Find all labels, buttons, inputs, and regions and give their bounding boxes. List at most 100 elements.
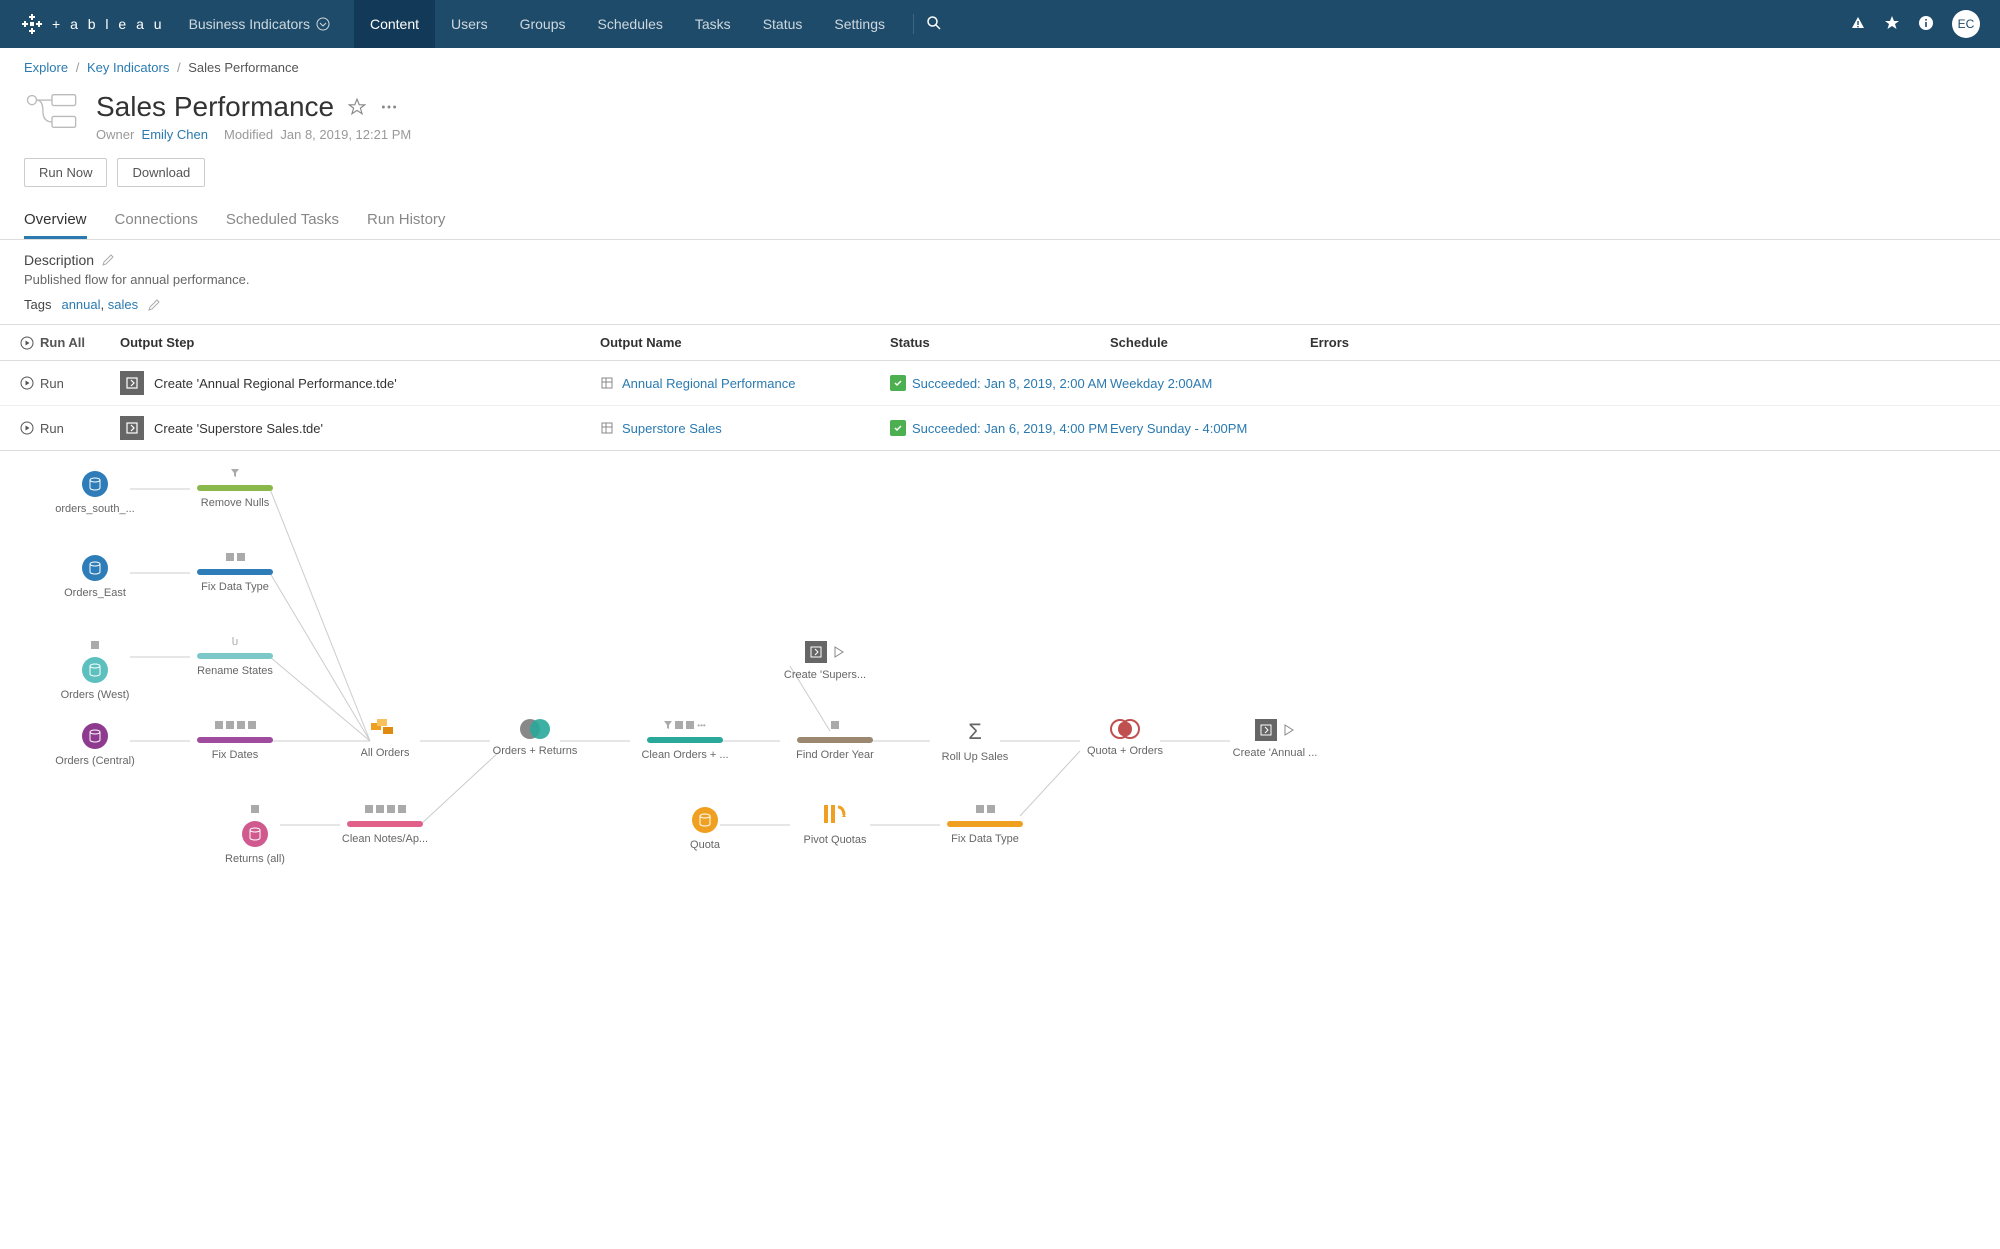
alerts-button[interactable]: [1850, 15, 1866, 34]
database-icon: [82, 723, 108, 749]
union-icon: [371, 719, 399, 741]
table-header: Run All Output Step Output Name Status S…: [0, 325, 2000, 361]
schedule-link[interactable]: Every Sunday - 4:00PM: [1110, 421, 1310, 436]
download-button[interactable]: Download: [117, 158, 205, 187]
tab-scheduled-tasks[interactable]: Scheduled Tasks: [226, 203, 339, 239]
filter-icon: [231, 469, 239, 477]
venn-icon: [520, 719, 550, 739]
status-cell: Succeeded: Jan 8, 2019, 2:00 AM: [890, 375, 1110, 391]
flow-node-input[interactable]: Orders_East: [50, 555, 140, 599]
table-row: Run Create 'Superstore Sales.tde' Supers…: [0, 406, 2000, 450]
page-meta: Owner Emily Chen Modified Jan 8, 2019, 1…: [96, 127, 411, 142]
description-label: Description: [24, 252, 94, 268]
flow-node-input[interactable]: Returns (all): [210, 803, 300, 865]
content-tabs: Overview Connections Scheduled Tasks Run…: [0, 203, 2000, 240]
tag-sales[interactable]: sales: [108, 297, 138, 312]
flow-node-step[interactable]: Rename States: [190, 635, 280, 677]
flow-node-output[interactable]: Create 'Supers...: [780, 641, 870, 681]
breadcrumb-explore[interactable]: Explore: [24, 60, 68, 75]
nav-settings[interactable]: Settings: [818, 0, 901, 48]
tab-connections[interactable]: Connections: [115, 203, 198, 239]
nav-users[interactable]: Users: [435, 0, 504, 48]
output-name-link[interactable]: Superstore Sales: [600, 421, 890, 436]
tab-run-history[interactable]: Run History: [367, 203, 445, 239]
flow-node-input[interactable]: Orders (Central): [50, 723, 140, 767]
page-title: Sales Performance: [96, 91, 334, 123]
database-icon: [82, 657, 108, 683]
site-selector[interactable]: Business Indicators: [189, 16, 330, 32]
output-steps-table: Run All Output Step Output Name Status S…: [0, 324, 2000, 451]
tableau-logo[interactable]: + a b l e a u: [20, 12, 165, 36]
breadcrumb-current: Sales Performance: [188, 60, 299, 75]
nav-schedules[interactable]: Schedules: [582, 0, 679, 48]
flow-node-join[interactable]: Orders + Returns: [490, 719, 580, 757]
flow-node-step[interactable]: Fix Dates: [190, 719, 280, 761]
chevron-down-circle-icon: [316, 17, 330, 31]
description-block: Description Published flow for annual pe…: [0, 240, 2000, 297]
play-icon[interactable]: [833, 646, 845, 658]
run-now-button[interactable]: Run Now: [24, 158, 107, 187]
flow-node-union[interactable]: All Orders: [340, 719, 430, 759]
database-icon: [692, 807, 718, 833]
tag-annual[interactable]: annual: [61, 297, 100, 312]
output-icon: [1255, 719, 1277, 741]
flow-diagram[interactable]: orders_south_... Orders_East Orders (Wes…: [0, 451, 2000, 871]
flow-node-input[interactable]: Orders (West): [50, 639, 140, 701]
run-all-header[interactable]: Run All: [20, 335, 120, 350]
flow-node-join[interactable]: Quota + Orders: [1080, 719, 1170, 757]
flow-node-input[interactable]: orders_south_...: [50, 471, 140, 515]
nav-tabs: Content Users Groups Schedules Tasks Sta…: [354, 0, 901, 48]
run-step-button[interactable]: Run: [20, 376, 120, 391]
nav-tasks[interactable]: Tasks: [679, 0, 747, 48]
alert-icon: [1850, 15, 1866, 31]
run-step-button[interactable]: Run: [20, 421, 120, 436]
star-icon: [1884, 15, 1900, 31]
flow-node-step[interactable]: Find Order Year: [790, 719, 880, 761]
schedule-link[interactable]: Weekday 2:00AM: [1110, 376, 1310, 391]
success-check-icon: [890, 420, 906, 436]
flow-node-input[interactable]: Quota: [660, 807, 750, 851]
datasource-icon: [600, 376, 614, 390]
filter-icon: [664, 721, 672, 729]
nav-groups[interactable]: Groups: [504, 0, 582, 48]
nav-content[interactable]: Content: [354, 0, 435, 48]
flow-node-step[interactable]: Fix Data Type: [190, 551, 280, 593]
modified-date: Jan 8, 2019, 12:21 PM: [280, 127, 411, 142]
search-button[interactable]: [926, 15, 942, 34]
flow-node-aggregate[interactable]: Σ Roll Up Sales: [930, 719, 1020, 763]
flow-node-step[interactable]: Remove Nulls: [190, 467, 280, 509]
page-header: Sales Performance Owner Emily Chen Modif…: [0, 87, 2000, 158]
flow-node-step[interactable]: Clean Notes/Ap...: [340, 803, 430, 845]
success-check-icon: [890, 375, 906, 391]
breadcrumb: Explore / Key Indicators / Sales Perform…: [0, 48, 2000, 87]
edit-description-icon[interactable]: [102, 254, 114, 266]
tableau-wordmark: + a b l e a u: [52, 16, 165, 32]
venn-icon: [1110, 719, 1140, 739]
info-button[interactable]: [1918, 15, 1934, 34]
output-name-link[interactable]: Annual Regional Performance: [600, 376, 890, 391]
more-actions[interactable]: [380, 91, 398, 123]
tab-overview[interactable]: Overview: [24, 203, 87, 239]
flow-node-output[interactable]: Create 'Annual ...: [1230, 719, 1320, 759]
nav-status[interactable]: Status: [747, 0, 819, 48]
col-errors: Errors: [1310, 335, 1410, 350]
page-title-row: Sales Performance: [96, 91, 411, 123]
flow-node-pivot[interactable]: Pivot Quotas: [790, 803, 880, 846]
flow-node-step[interactable]: ••• Clean Orders + ...: [640, 719, 730, 761]
col-status: Status: [890, 335, 1110, 350]
pivot-icon: [822, 803, 848, 828]
user-avatar[interactable]: EC: [1952, 10, 1980, 38]
top-navbar: + a b l e a u Business Indicators Conten…: [0, 0, 2000, 48]
search-icon: [926, 15, 942, 31]
output-icon: [805, 641, 827, 663]
favorites-button[interactable]: [1884, 15, 1900, 34]
play-circle-icon: [20, 336, 34, 350]
play-icon[interactable]: [1283, 724, 1295, 736]
edit-tags-icon[interactable]: [148, 299, 160, 311]
favorite-toggle[interactable]: [348, 91, 366, 123]
flow-node-step[interactable]: Fix Data Type: [940, 803, 1030, 845]
tags-label: Tags: [24, 297, 51, 312]
output-step-icon: [120, 371, 144, 395]
owner-link[interactable]: Emily Chen: [142, 127, 208, 142]
breadcrumb-key-indicators[interactable]: Key Indicators: [87, 60, 169, 75]
